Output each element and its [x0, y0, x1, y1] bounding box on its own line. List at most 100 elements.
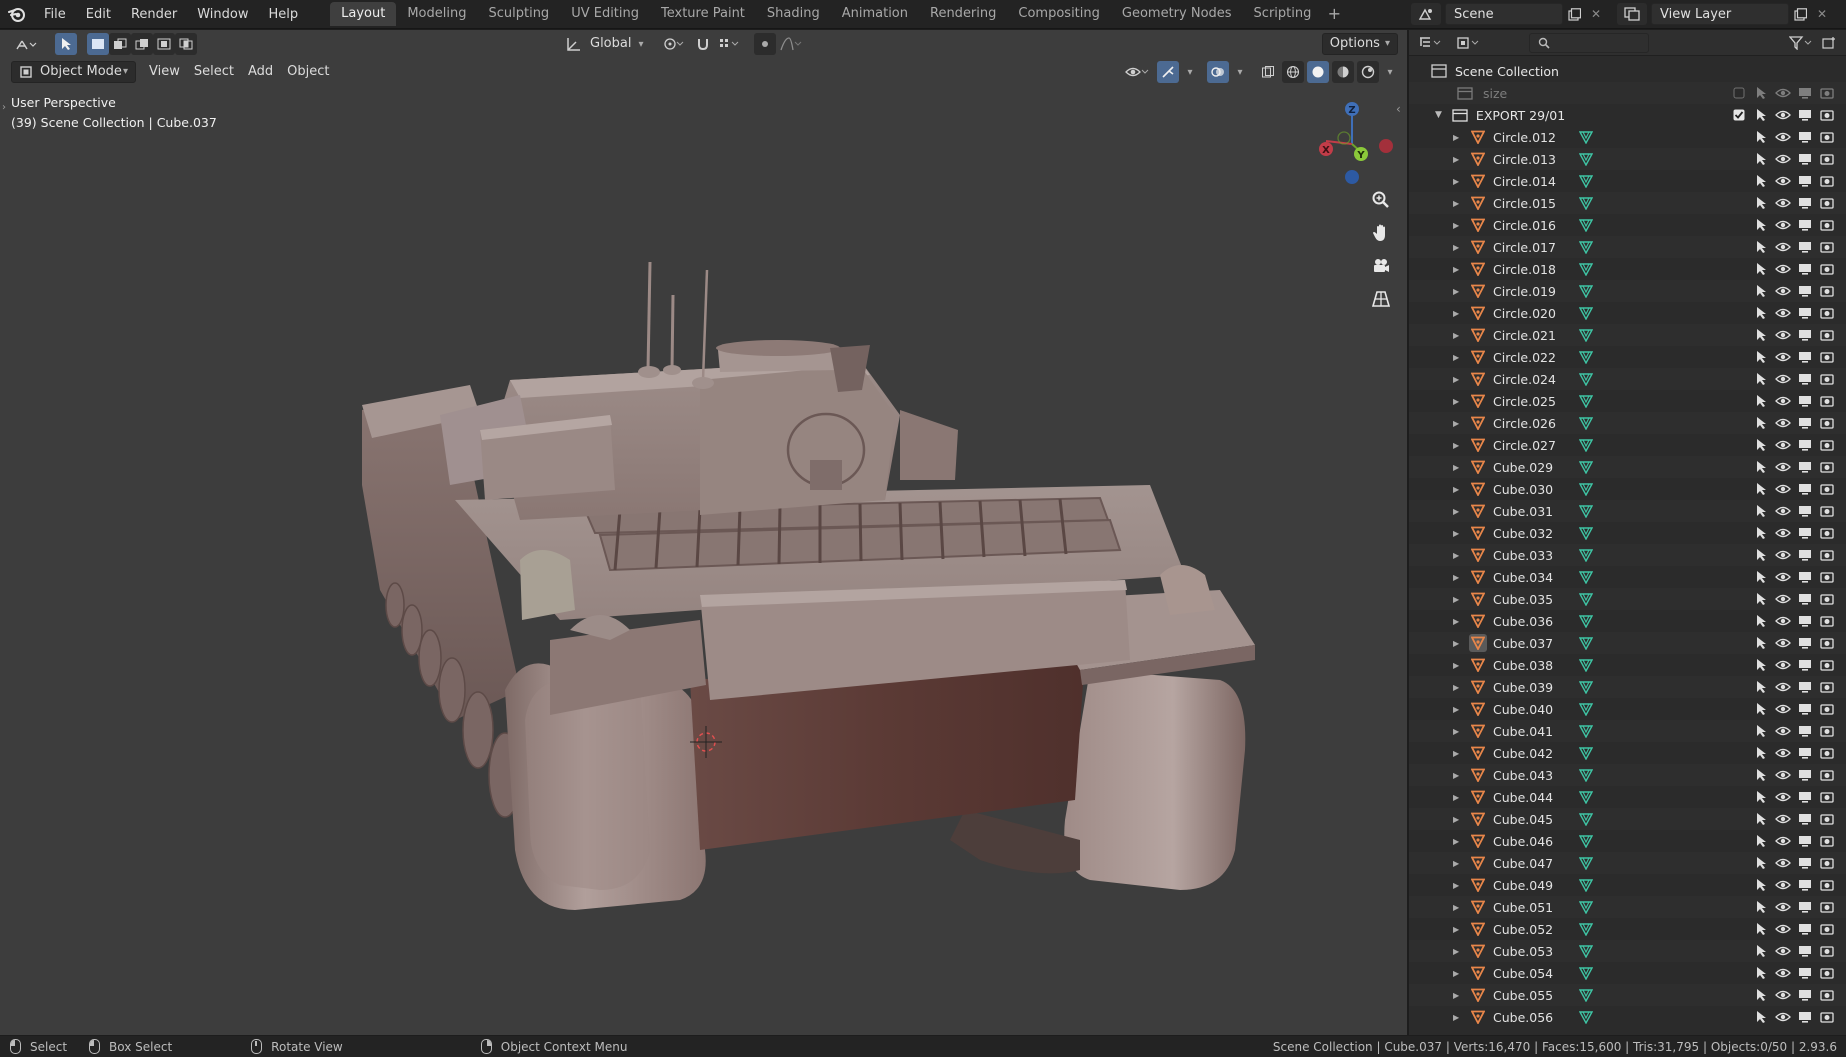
transform-orientation[interactable]: Global ▾	[565, 33, 644, 55]
viewport-disable-icon[interactable]	[1795, 347, 1815, 367]
viewport-disable-icon[interactable]	[1795, 105, 1815, 125]
select-toggle-icon[interactable]	[1751, 259, 1771, 279]
visibility-eye-icon[interactable]	[1773, 523, 1793, 543]
outliner-object-row[interactable]: ▶ Circle.014	[1409, 170, 1846, 192]
outliner-object-row[interactable]: ▶ Cube.033	[1409, 544, 1846, 566]
visibility-eye-icon[interactable]	[1773, 171, 1793, 191]
render-camera-icon[interactable]	[1817, 303, 1837, 323]
camera-view-icon[interactable]	[1366, 251, 1396, 281]
render-camera-icon[interactable]	[1817, 545, 1837, 565]
select-toggle-icon[interactable]	[1751, 325, 1771, 345]
visibility-eye-icon[interactable]	[1773, 699, 1793, 719]
visibility-eye-icon[interactable]	[1773, 391, 1793, 411]
select-toggle-icon[interactable]	[1751, 413, 1771, 433]
render-camera-icon[interactable]	[1817, 831, 1837, 851]
visibility-eye-icon[interactable]	[1773, 215, 1793, 235]
mesh-data-icon[interactable]	[1579, 680, 1593, 694]
select-intersect-icon[interactable]	[175, 33, 197, 55]
mesh-data-icon[interactable]	[1579, 834, 1593, 848]
select-toggle-icon[interactable]	[1751, 545, 1771, 565]
outliner-object-row[interactable]: ▶ Cube.039	[1409, 676, 1846, 698]
viewport-disable-icon[interactable]	[1795, 853, 1815, 873]
visibility-eye-icon[interactable]	[1773, 127, 1793, 147]
visibility-eye-icon[interactable]	[1773, 501, 1793, 521]
viewport-disable-icon[interactable]	[1795, 237, 1815, 257]
select-toggle-icon[interactable]	[1751, 523, 1771, 543]
viewport-disable-icon[interactable]	[1795, 941, 1815, 961]
tab-scripting[interactable]: Scripting	[1243, 2, 1323, 26]
select-toggle-icon[interactable]	[1751, 127, 1771, 147]
mesh-data-icon[interactable]	[1579, 614, 1593, 628]
viewport-disable-icon[interactable]	[1795, 457, 1815, 477]
mesh-data-icon[interactable]	[1579, 702, 1593, 716]
render-camera-icon[interactable]	[1817, 963, 1837, 983]
render-camera-icon[interactable]	[1817, 457, 1837, 477]
wireframe-shading-icon[interactable]	[1282, 61, 1304, 83]
expand-arrow-icon[interactable]: ▶	[1453, 551, 1463, 560]
visibility-eye-icon[interactable]	[1773, 479, 1793, 499]
render-camera-icon[interactable]	[1817, 765, 1837, 785]
scene-collection-row[interactable]: Scene Collection	[1409, 60, 1846, 82]
expand-arrow-icon[interactable]: ▶	[1453, 133, 1463, 142]
visibility-eye-icon[interactable]	[1773, 985, 1793, 1005]
menu-object[interactable]: Object	[280, 61, 336, 83]
render-camera-icon[interactable]	[1817, 127, 1837, 147]
expand-arrow-icon[interactable]: ▶	[1453, 507, 1463, 516]
render-camera-icon[interactable]	[1817, 523, 1837, 543]
viewport-disable-icon[interactable]	[1795, 325, 1815, 345]
expand-arrow-icon[interactable]: ▶	[1453, 947, 1463, 956]
editor-type-icon[interactable]	[9, 33, 43, 55]
view-layer-icon[interactable]	[1617, 3, 1647, 25]
expand-arrow-icon[interactable]: ▶	[1453, 815, 1463, 824]
outliner-object-row[interactable]: ▶ Cube.047	[1409, 852, 1846, 874]
expand-arrow-icon[interactable]: ▶	[1453, 419, 1463, 428]
mesh-data-icon[interactable]	[1579, 592, 1593, 606]
mesh-data-icon[interactable]	[1579, 966, 1593, 980]
select-toggle-icon[interactable]	[1751, 611, 1771, 631]
visibility-eye-icon[interactable]	[1773, 545, 1793, 565]
select-invert-icon[interactable]	[153, 33, 175, 55]
select-toggle-icon[interactable]	[1751, 347, 1771, 367]
tab-modeling[interactable]: Modeling	[396, 2, 477, 26]
render-camera-icon[interactable]	[1817, 149, 1837, 169]
select-toggle-icon[interactable]	[1751, 105, 1771, 125]
viewport-disable-icon[interactable]	[1795, 743, 1815, 763]
expand-arrow-icon[interactable]: ▶	[1453, 749, 1463, 758]
mesh-data-icon[interactable]	[1579, 856, 1593, 870]
viewport-disable-icon[interactable]	[1795, 303, 1815, 323]
delete-view-layer-icon[interactable]: ✕	[1811, 3, 1833, 25]
expand-arrow-icon[interactable]: ▶	[1453, 243, 1463, 252]
outliner-object-row[interactable]: ▶ Circle.012	[1409, 126, 1846, 148]
exclude-checkbox[interactable]	[1729, 83, 1749, 103]
expand-arrow-icon[interactable]: ▶	[1453, 529, 1463, 538]
outliner-object-row[interactable]: ▶ Cube.031	[1409, 500, 1846, 522]
render-camera-icon[interactable]	[1817, 1007, 1837, 1027]
select-toggle-icon[interactable]	[1751, 171, 1771, 191]
expand-arrow-icon[interactable]: ▶	[1453, 925, 1463, 934]
visibility-eye-icon[interactable]	[1773, 83, 1793, 103]
expand-arrow-icon[interactable]: ▶	[1453, 441, 1463, 450]
select-toggle-icon[interactable]	[1751, 765, 1771, 785]
expand-arrow-icon[interactable]: ▶	[1453, 155, 1463, 164]
mesh-data-icon[interactable]	[1579, 1010, 1593, 1024]
expand-arrow-icon[interactable]: ▶	[1453, 639, 1463, 648]
expand-arrow-icon[interactable]: ▶	[1453, 353, 1463, 362]
visibility-eye-icon[interactable]	[1773, 677, 1793, 697]
mesh-data-icon[interactable]	[1579, 306, 1593, 320]
select-toggle-icon[interactable]	[1751, 721, 1771, 741]
outliner-object-row[interactable]: ▶ Cube.051	[1409, 896, 1846, 918]
tab-sculpting[interactable]: Sculpting	[477, 2, 560, 26]
mesh-data-icon[interactable]	[1579, 526, 1593, 540]
select-subtract-icon[interactable]	[131, 33, 153, 55]
select-toggle-icon[interactable]	[1751, 985, 1771, 1005]
select-toggle-icon[interactable]	[1751, 149, 1771, 169]
outliner-object-row[interactable]: ▶ Circle.017	[1409, 236, 1846, 258]
render-camera-icon[interactable]	[1817, 479, 1837, 499]
outliner-object-row[interactable]: ▶ Cube.042	[1409, 742, 1846, 764]
mesh-data-icon[interactable]	[1579, 372, 1593, 386]
snap-icon[interactable]	[692, 33, 714, 55]
outliner-object-row[interactable]: ▶ Cube.037	[1409, 632, 1846, 654]
3d-viewport[interactable]: Global ▾ Options ▾ Object Mode ▾ View Se…	[0, 30, 1407, 1035]
visibility-eye-icon[interactable]	[1773, 853, 1793, 873]
visibility-eye-icon[interactable]	[1773, 941, 1793, 961]
